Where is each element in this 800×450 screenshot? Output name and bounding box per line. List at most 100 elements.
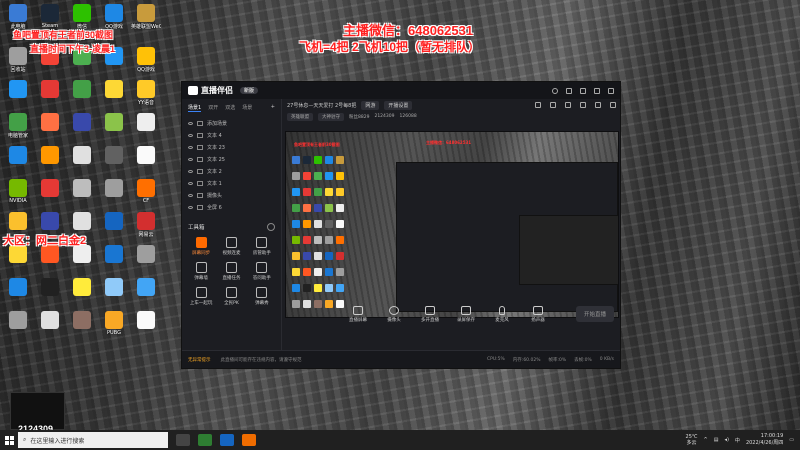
settings-icon[interactable] — [566, 87, 572, 94]
desktop-icon[interactable]: 回收站 — [3, 47, 33, 83]
toolbox-more-icon[interactable] — [267, 223, 275, 231]
microphone-control[interactable]: 麦克风 — [489, 305, 515, 323]
message-icon[interactable] — [565, 102, 571, 108]
desktop-icon[interactable] — [35, 179, 65, 215]
desktop-icon[interactable]: 网易云 — [131, 212, 161, 248]
minimize-icon[interactable] — [580, 87, 586, 94]
maximize-icon[interactable] — [594, 87, 600, 94]
desktop-icon[interactable] — [131, 278, 161, 314]
tool-item[interactable]: 视频连麦 — [216, 237, 246, 256]
multi-stream-control[interactable]: 多开直播 — [417, 305, 443, 323]
desktop-icon[interactable] — [67, 146, 97, 182]
camera-control[interactable]: 摄像头 — [381, 305, 407, 323]
desktop-icon[interactable] — [131, 113, 161, 149]
tool-item[interactable]: 答问助手 — [247, 262, 277, 281]
taskbar-app-icon[interactable] — [220, 434, 234, 446]
desktop-icon[interactable] — [3, 311, 33, 347]
desktop-icon[interactable]: 英雄联盟WeGame — [131, 4, 161, 40]
tool-item[interactable]: 上车一起玩 — [186, 287, 216, 306]
desktop-icon[interactable] — [35, 146, 65, 182]
tag-chip[interactable]: 大神驻守 — [318, 112, 344, 121]
room-title[interactable]: 27号休息—天天爱打 2号每8把 — [287, 102, 356, 109]
gift-icon[interactable] — [535, 102, 541, 108]
desktop-icon[interactable] — [35, 80, 65, 116]
tool-item[interactable]: 弹幕秀 — [247, 287, 277, 306]
tool-item[interactable]: 直播任务 — [216, 262, 246, 281]
eye-icon[interactable] — [188, 133, 193, 137]
desktop-icon[interactable] — [131, 245, 161, 281]
category-chip[interactable]: 网游 — [361, 100, 380, 110]
desktop-icon[interactable] — [67, 179, 97, 215]
eye-icon[interactable] — [188, 181, 193, 185]
tool-item[interactable]: 房管助手 — [247, 237, 277, 256]
network-icon[interactable]: ▤ — [714, 437, 719, 443]
desktop-icon[interactable]: YY语音 — [131, 80, 161, 116]
tool-item[interactable]: 屏幕同步 — [186, 237, 216, 256]
taskbar-app-icon[interactable] — [198, 434, 212, 446]
tab-scene-1[interactable]: 场景1 — [188, 104, 202, 112]
scene-item[interactable]: 文本 4 — [186, 129, 277, 141]
desktop-icon[interactable] — [3, 146, 33, 182]
clock[interactable]: 17:00:19 2022/4/26/周四 — [746, 433, 783, 447]
desktop-icon[interactable]: QQ游戏 — [131, 47, 161, 83]
volume-icon[interactable]: ◂) — [724, 437, 728, 443]
desktop-icon[interactable] — [67, 245, 97, 281]
task-view-icon[interactable] — [176, 434, 190, 446]
tab-scene-4[interactable]: 场景 — [242, 104, 252, 112]
desktop-icon[interactable] — [67, 311, 97, 347]
eye-icon[interactable] — [188, 121, 193, 125]
lock-icon[interactable] — [550, 102, 556, 108]
edit-settings-button[interactable]: 开播设置 — [384, 100, 413, 110]
record-control[interactable]: 录屏保存 — [453, 305, 479, 323]
desktop-icon[interactable] — [35, 311, 65, 347]
share-icon[interactable] — [580, 102, 586, 108]
desktop-icon[interactable] — [3, 245, 33, 281]
desktop-icon[interactable] — [99, 113, 129, 149]
tool-item[interactable]: 弹幕墙 — [186, 262, 216, 281]
desktop-icon[interactable] — [99, 212, 129, 248]
desktop-icon[interactable] — [99, 278, 129, 314]
add-scene-icon[interactable]: + — [271, 104, 275, 112]
eye-icon[interactable] — [188, 205, 193, 209]
scene-item[interactable]: 全屏 6 — [186, 201, 277, 213]
scene-item[interactable]: 添加场景 — [186, 117, 277, 129]
taskbar-search[interactable]: ⌕ 在这里输入进行搜索 — [18, 432, 168, 448]
desktop-icon[interactable] — [99, 146, 129, 182]
screen-capture-control[interactable]: 直播屏幕 — [345, 305, 371, 323]
speaker-control[interactable]: 扬声器 — [525, 305, 551, 323]
go-live-button[interactable]: 开始直播 — [575, 306, 614, 322]
desktop-icon[interactable]: CF — [131, 179, 161, 215]
stream-preview[interactable]: 鱼吧置顶有王者前30截图 主播微信：648062531 — [285, 131, 619, 318]
desktop-icon[interactable] — [3, 80, 33, 116]
scene-item[interactable]: 文本 2 — [186, 165, 277, 177]
tab-scene-2[interactable]: 双开 — [208, 104, 218, 112]
start-button[interactable] — [0, 430, 18, 450]
close-icon[interactable] — [608, 87, 614, 94]
desktop-icon[interactable] — [67, 113, 97, 149]
eye-icon[interactable] — [188, 145, 193, 149]
scene-item[interactable]: 摄像头 — [186, 189, 277, 201]
desktop-icon[interactable] — [3, 278, 33, 314]
desktop-icon[interactable] — [131, 146, 161, 182]
ime-icon[interactable]: 中 — [735, 437, 740, 444]
game-chip[interactable]: 英雄联盟 — [287, 112, 313, 121]
notification-icon[interactable]: ▭ — [789, 437, 794, 443]
bell-icon[interactable] — [595, 102, 601, 108]
desktop-icon[interactable] — [35, 245, 65, 281]
weather-widget[interactable]: 25℃ 多云 — [686, 434, 698, 446]
eye-icon[interactable] — [188, 193, 193, 197]
gear-icon[interactable] — [610, 102, 616, 108]
avatar-icon[interactable] — [552, 87, 558, 94]
eye-icon[interactable] — [188, 169, 193, 173]
desktop-icon[interactable] — [67, 278, 97, 314]
desktop-icon[interactable] — [131, 311, 161, 347]
taskbar-app-icon[interactable] — [242, 434, 256, 446]
desktop-icon[interactable]: 电脑管家 — [3, 113, 33, 149]
version-badge[interactable]: 新版 — [240, 87, 259, 94]
desktop-icon[interactable]: NVIDIA — [3, 179, 33, 215]
scene-item[interactable]: 文本 23 — [186, 141, 277, 153]
tab-scene-3[interactable]: 双选 — [225, 104, 235, 112]
desktop-icon[interactable] — [99, 179, 129, 215]
desktop-icon[interactable] — [99, 80, 129, 116]
tool-item[interactable]: 全民PK — [216, 287, 246, 306]
